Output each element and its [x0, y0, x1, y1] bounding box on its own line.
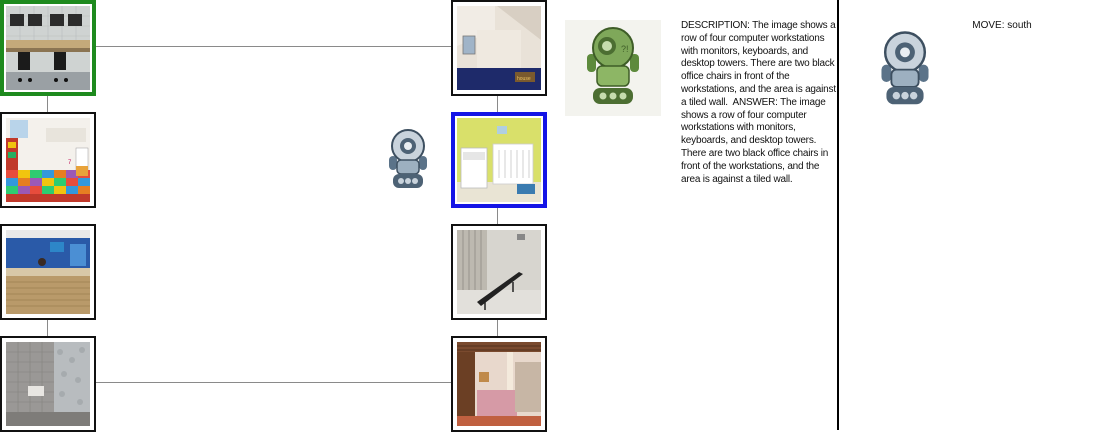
room-reception-desk[interactable]	[0, 224, 96, 320]
room-nursery[interactable]	[451, 112, 547, 208]
map-edge	[94, 382, 451, 383]
move-text: MOVE: south	[972, 20, 1032, 31]
room-image: 7	[6, 118, 90, 202]
room-image: house	[457, 6, 541, 90]
map-edge	[47, 94, 48, 112]
room-basement[interactable]	[451, 336, 547, 432]
map-edge	[497, 94, 498, 112]
room-image	[457, 342, 541, 426]
robot-icon	[874, 30, 936, 108]
room-locker-room[interactable]	[451, 224, 547, 320]
map-edge	[94, 46, 451, 47]
room-computer-lab[interactable]	[0, 0, 96, 96]
room-image	[6, 6, 90, 90]
agent-description-text: DESCRIPTION: The image shows a row of fo…	[681, 20, 836, 185]
room-image	[457, 118, 541, 202]
svg-text:?!: ?!	[621, 44, 629, 54]
map-edge	[497, 318, 498, 336]
robot-icon	[383, 128, 433, 191]
room-image	[6, 342, 90, 426]
svg-text:house: house	[517, 76, 531, 82]
room-attic-bedroom[interactable]: house	[451, 0, 547, 96]
green-robot-icon: ?!	[565, 20, 661, 116]
map-edge	[47, 318, 48, 336]
room-playroom[interactable]: 7	[0, 112, 96, 208]
panel-divider	[837, 0, 839, 430]
room-shower-room[interactable]	[0, 336, 96, 432]
room-image	[457, 230, 541, 314]
room-image	[6, 230, 90, 314]
map-edge	[497, 206, 498, 224]
